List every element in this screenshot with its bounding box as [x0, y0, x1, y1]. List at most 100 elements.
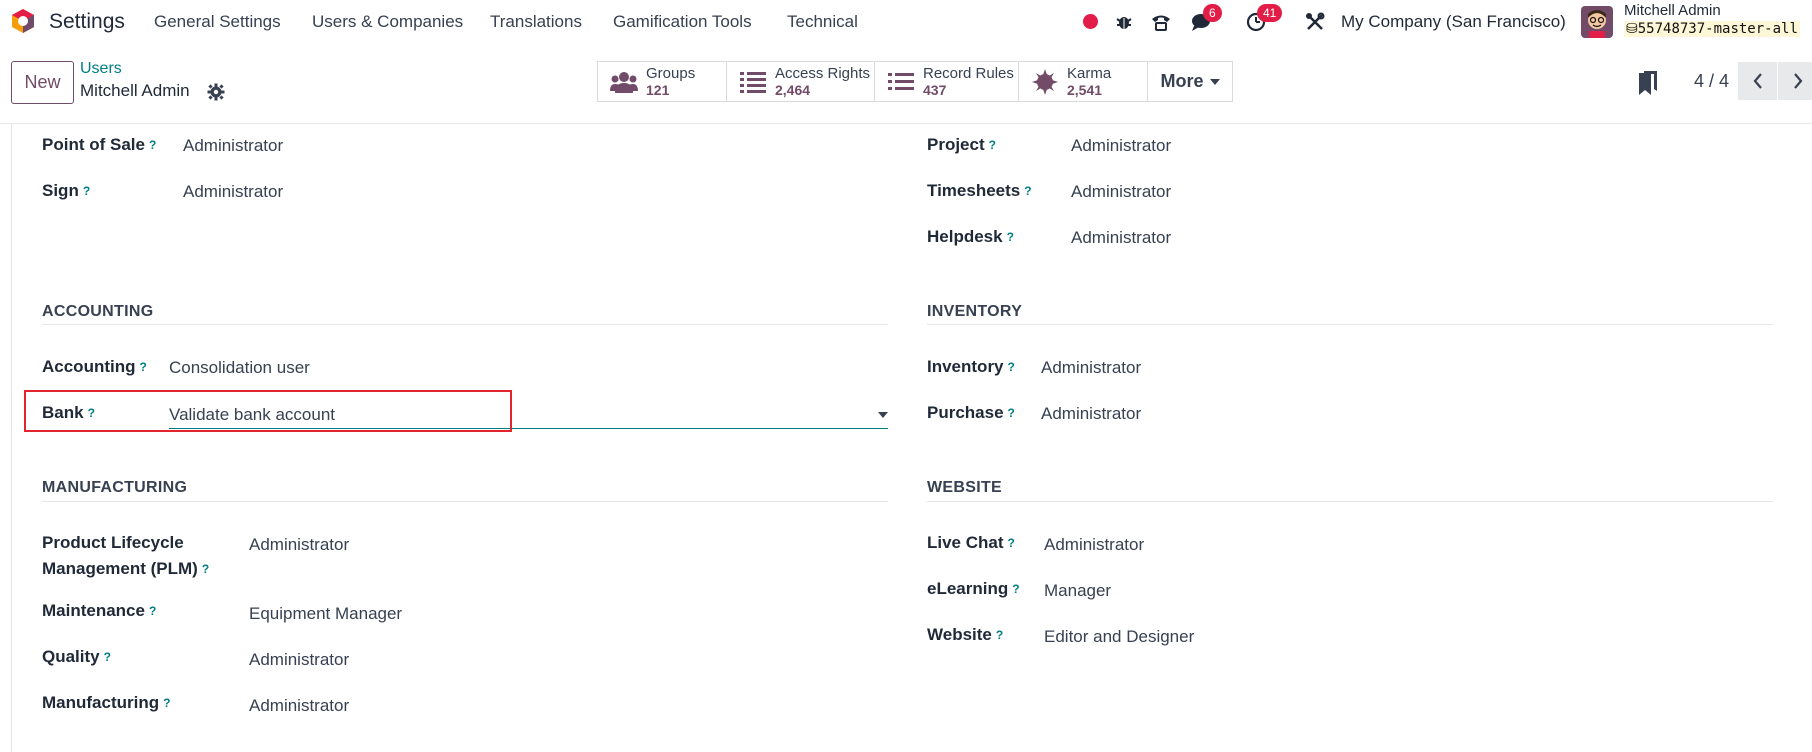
- help-tooltip-icon[interactable]: ?: [1024, 184, 1031, 198]
- help-tooltip-icon[interactable]: ?: [1008, 406, 1015, 420]
- help-tooltip-icon[interactable]: ?: [1012, 582, 1019, 596]
- field-label-helpdesk: Helpdesk?: [927, 227, 1014, 246]
- section-title-accounting: ACCOUNTING: [42, 303, 154, 320]
- karma-icon: [1031, 68, 1059, 96]
- field-label-sign: Sign?: [42, 181, 91, 200]
- menu-general-settings[interactable]: General Settings: [154, 12, 281, 32]
- field-value-project[interactable]: Administrator: [1071, 136, 1171, 156]
- field-value-timesheets[interactable]: Administrator: [1071, 182, 1171, 202]
- bookmark-icon[interactable]: [1639, 71, 1657, 97]
- highlight-box: [24, 390, 512, 432]
- field-value-website[interactable]: Editor and Designer: [1044, 627, 1194, 647]
- pager-previous-button[interactable]: [1738, 62, 1777, 100]
- field-value-purchase[interactable]: Administrator: [1041, 404, 1141, 424]
- access-rights-stat-button[interactable]: Access Rights 2,464: [726, 61, 875, 102]
- groups-count: 121: [646, 81, 670, 98]
- users-icon: [610, 68, 638, 96]
- menu-technical[interactable]: Technical: [787, 12, 858, 32]
- tools-icon[interactable]: [1303, 10, 1327, 34]
- gear-icon[interactable]: [207, 83, 225, 101]
- user-avatar[interactable]: [1581, 6, 1613, 38]
- pager-value[interactable]: 4 / 4: [1694, 71, 1729, 92]
- control-panel: New Users Mitchell Admin Groups 121 Acces…: [0, 43, 1812, 124]
- messages-icon[interactable]: 6: [1190, 4, 1222, 34]
- more-label: More: [1160, 71, 1204, 91]
- breadcrumb-users[interactable]: Users: [80, 60, 122, 78]
- field-value-plm[interactable]: Administrator: [249, 535, 349, 555]
- user-name[interactable]: Mitchell Admin: [1624, 2, 1721, 19]
- chevron-right-icon: [1793, 73, 1802, 89]
- field-label-quality: Quality?: [42, 647, 111, 666]
- help-tooltip-icon[interactable]: ?: [104, 650, 111, 664]
- section-title-website: WEBSITE: [927, 479, 1002, 496]
- field-label-point-of-sale: Point of Sale?: [42, 135, 157, 154]
- groups-stat-button[interactable]: Groups 121: [597, 61, 727, 102]
- field-label-plm: Product Lifecycle Management (PLM)?: [42, 533, 210, 578]
- field-label-inventory: Inventory?: [927, 357, 1015, 376]
- section-divider: [42, 324, 888, 325]
- field-value-helpdesk[interactable]: Administrator: [1071, 228, 1171, 248]
- menu-users-companies[interactable]: Users & Companies: [312, 12, 463, 32]
- pager-next-button[interactable]: [1778, 62, 1812, 100]
- help-tooltip-icon[interactable]: ?: [83, 184, 90, 198]
- menu-translations[interactable]: Translations: [490, 12, 582, 32]
- company-switcher[interactable]: My Company (San Francisco): [1341, 12, 1566, 32]
- help-tooltip-icon[interactable]: ?: [149, 604, 156, 618]
- new-button[interactable]: New: [11, 61, 74, 104]
- record-rules-stat-button[interactable]: Record Rules 437: [874, 61, 1019, 102]
- help-tooltip-icon[interactable]: ?: [1008, 536, 1015, 550]
- section-divider: [927, 501, 1773, 502]
- caret-down-icon: [878, 412, 888, 418]
- field-label-maintenance: Maintenance?: [42, 601, 157, 620]
- help-tooltip-icon[interactable]: ?: [996, 628, 1003, 642]
- help-tooltip-icon[interactable]: ?: [1008, 360, 1015, 374]
- activities-clock-icon[interactable]: 41: [1244, 4, 1283, 34]
- field-value-point-of-sale[interactable]: Administrator: [183, 136, 283, 156]
- help-tooltip-icon[interactable]: ?: [149, 138, 156, 152]
- access-rights-label: Access Rights: [775, 64, 871, 82]
- help-tooltip-icon[interactable]: ?: [163, 696, 170, 710]
- field-value-inventory[interactable]: Administrator: [1041, 358, 1141, 378]
- karma-count: 2,541: [1067, 81, 1103, 98]
- karma-stat-button[interactable]: Karma 2,541: [1018, 61, 1148, 102]
- list-icon: [739, 68, 767, 96]
- phone-icon[interactable]: [1149, 10, 1173, 34]
- field-label-manufacturing: Manufacturing?: [42, 693, 171, 712]
- field-value-sign[interactable]: Administrator: [183, 182, 283, 202]
- help-tooltip-icon[interactable]: ?: [989, 138, 996, 152]
- recording-status-icon[interactable]: [1083, 14, 1098, 29]
- caret-down-icon: [1209, 78, 1220, 85]
- field-value-quality[interactable]: Administrator: [249, 650, 349, 670]
- field-label-purchase: Purchase?: [927, 403, 1015, 422]
- help-tooltip-icon[interactable]: ?: [140, 360, 147, 374]
- sheet-border: [11, 124, 12, 752]
- karma-label: Karma: [1067, 64, 1112, 82]
- groups-label: Groups: [646, 64, 696, 82]
- list-icon: [887, 68, 915, 96]
- field-label-website: Website?: [927, 625, 1004, 644]
- field-label-timesheets: Timesheets?: [927, 181, 1032, 200]
- field-value-maintenance[interactable]: Equipment Manager: [249, 604, 402, 624]
- section-divider: [42, 501, 888, 502]
- app-name[interactable]: Settings: [49, 10, 125, 34]
- more-dropdown-button[interactable]: More: [1147, 61, 1233, 102]
- debug-bug-icon[interactable]: [1112, 10, 1136, 34]
- help-tooltip-icon[interactable]: ?: [202, 562, 209, 576]
- messages-badge: 6: [1203, 4, 1222, 22]
- odoo-logo-icon[interactable]: [10, 8, 36, 34]
- record-rules-count: 437: [923, 81, 947, 98]
- section-divider: [927, 324, 1773, 325]
- section-title-manufacturing: MANUFACTURING: [42, 479, 188, 496]
- record-rules-label: Record Rules: [923, 64, 1014, 82]
- field-value-live-chat[interactable]: Administrator: [1044, 535, 1144, 555]
- activities-badge: 41: [1257, 4, 1283, 22]
- access-rights-count: 2,464: [775, 81, 811, 98]
- field-value-elearning[interactable]: Manager: [1044, 581, 1111, 601]
- field-label-live-chat: Live Chat?: [927, 533, 1015, 552]
- menu-gamification-tools[interactable]: Gamification Tools: [613, 12, 752, 32]
- field-value-manufacturing[interactable]: Administrator: [249, 696, 349, 716]
- top-navbar: Settings General Settings Users & Compan…: [0, 0, 1812, 43]
- field-value-accounting[interactable]: Consolidation user: [169, 358, 310, 378]
- help-tooltip-icon[interactable]: ?: [1007, 230, 1014, 244]
- field-label-project: Project?: [927, 135, 996, 154]
